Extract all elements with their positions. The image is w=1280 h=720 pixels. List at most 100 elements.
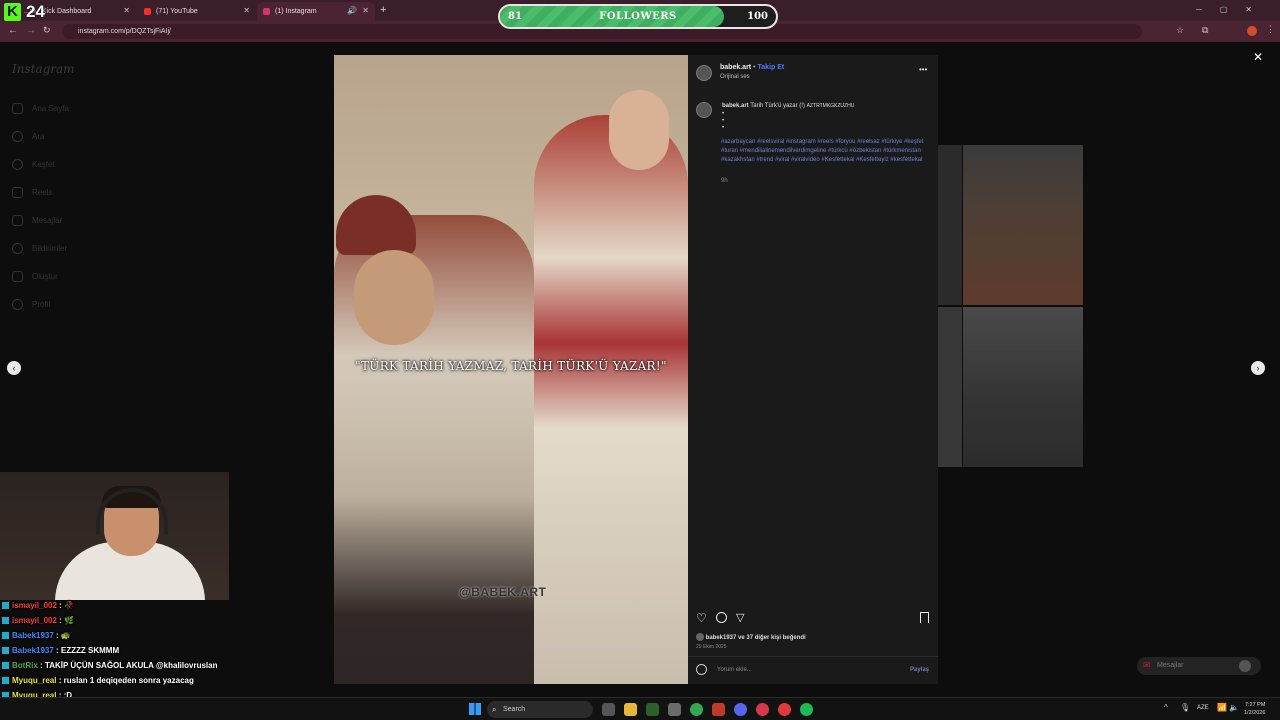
reload-icon[interactable]: ↻ [43,25,51,36]
followers-label: FOLLOWERS [599,11,677,22]
post-time: 9h [721,178,728,184]
caption-line: babek.art Tarih Türk'ü yazar (!) AZTRTMK… [722,103,854,109]
chat-username[interactable]: Myuqu_real [12,676,56,685]
chat-badge-icon [2,662,9,669]
messages-label: Mesajlar [1157,662,1184,669]
messages-button[interactable]: ✉ Mesajlar [1137,657,1261,675]
next-post-arrow[interactable]: › [1251,361,1265,375]
search-icon: ⌕ [492,705,497,714]
file-explorer-icon[interactable] [624,703,637,716]
new-tab-button[interactable]: + [380,4,386,16]
caption-avatar[interactable] [696,102,712,118]
clock[interactable]: 7:27 PM 1/2/2026 [1244,701,1265,717]
mic-icon[interactable]: 🎙 [1180,703,1190,712]
close-tab-icon[interactable]: ✕ [362,6,369,15]
speaker-icon[interactable]: 🔊 [347,6,357,15]
volume-icon[interactable]: 🔈 [1229,703,1239,712]
chat-message: Myuqu_real : ruslan 1 deqiqeden sonra ya… [2,676,194,685]
windows-start-icon[interactable] [469,703,481,715]
language-indicator[interactable]: AZE [1197,705,1209,711]
discord-icon[interactable] [734,703,747,716]
steam-icon[interactable] [778,703,791,716]
clock-time: 7:27 PM [1244,702,1266,708]
close-tab-icon[interactable]: ✕ [123,6,130,15]
chat-badge-icon [2,617,9,624]
tab-youtube[interactable]: (71) YouTube ✕ [138,2,256,21]
messages-icon: ✉ [1143,660,1151,670]
spotify-icon[interactable] [800,703,813,716]
kick-logo: K [4,3,21,21]
comment-input[interactable]: Yorum ekle... [717,667,752,673]
grid-thumbnail[interactable] [963,307,1083,467]
emoji-icon[interactable] [696,664,707,675]
chat-message: Babek1937 : EZZZZ SKMMM [2,646,119,655]
chat-text: 🌿 [61,616,75,625]
tab-instagram[interactable]: (1) Instagram 🔊 ✕ [257,2,375,21]
post-date: 29 Ekim 2025 [696,644,727,650]
video-caption: "TÜRK TARİH YAZMAZ, TARİH TÜRK'Ü YAZAR!" [355,359,667,373]
chat-message: BotRix : TAKİP ÜÇÜN SAĞOL AKULA @khalilo… [2,661,217,670]
likes-text: babek1937 ve 37 diğer kişi beğendi [696,633,806,641]
chat-username[interactable]: Babek1937 [12,646,54,655]
chat-username[interactable]: Babek1937 [12,631,54,640]
profile-avatar[interactable] [1247,26,1257,36]
close-modal-button[interactable]: ✕ [1253,50,1263,64]
post-comment-button[interactable]: Paylaş [910,667,929,673]
chat-message: ismayil_002 : 🌿 [2,616,74,625]
chat-badge-icon [2,677,9,684]
close-tab-icon[interactable]: ✕ [243,6,250,15]
close-window-icon[interactable]: ✕ [1245,5,1270,14]
save-bookmark-icon[interactable] [920,612,929,623]
chrome-icon[interactable] [690,703,703,716]
window-controls: ─▢✕ [1196,5,1270,14]
reel-video[interactable]: "TÜRK TARİH YAZMAZ, TARİH TÜRK'Ü YAZAR!"… [334,55,688,684]
post-header: babek.art • Takip Et [720,64,784,71]
share-icon[interactable]: ▽ [736,611,744,624]
wifi-icon[interactable]: 📶 [1217,703,1227,712]
chat-text: TAKİP ÜÇÜN SAĞOL AKULA @khalilovruslan [42,661,218,670]
grid-thumbnail[interactable] [963,145,1083,305]
previous-post-arrow[interactable]: ‹ [7,361,21,375]
chat-message: ismayil_002 : 🥀 [2,601,74,610]
man-face [354,250,434,345]
caption-text: Tarih Türk'ü yazar (!) [750,103,805,109]
chat-username[interactable]: ismayil_002 [12,601,57,610]
mail-icon[interactable] [712,703,725,716]
likes-avatar [696,633,704,641]
store-icon[interactable] [668,703,681,716]
chat-username[interactable]: BotRix [12,661,38,670]
maximize-icon[interactable]: ▢ [1220,5,1246,14]
likes-label[interactable]: babek1937 ve 37 diğer kişi beğendi [706,635,806,641]
caption-hashtags[interactable]: #azarbaycan #reelsviral #instagram #reel… [721,138,926,165]
author-avatar[interactable] [696,65,712,81]
more-options-icon[interactable]: ••• [919,65,927,74]
bookmark-star-icon[interactable]: ☆ [1176,25,1184,36]
chat-username[interactable]: ismayil_002 [12,616,57,625]
taskbar-search[interactable]: ⌕ Search [487,701,593,718]
tray-chevron-icon[interactable]: ^ [1164,703,1168,712]
follow-button[interactable]: Takip Et [757,64,784,71]
comment-divider [688,656,938,657]
terminal-icon[interactable] [646,703,659,716]
menu-icon[interactable]: ⋮ [1266,24,1275,35]
extensions-icon[interactable]: ⧉ [1202,25,1208,36]
like-heart-icon[interactable]: ♡ [696,611,707,625]
forward-icon[interactable]: → [26,25,36,36]
chat-message: Babek1937 : 🐢 [2,631,71,640]
author-username[interactable]: babek.art [720,64,751,71]
video-watermark: @BABEK.ART [459,585,547,599]
caption-tag: AZTRTMKGKZUZHU [806,103,855,109]
task-view-icon[interactable] [602,703,615,716]
chat-badge-icon [2,602,9,609]
audio-label[interactable]: Orijinal ses [720,74,750,80]
caption-username[interactable]: babek.art [722,103,749,109]
grid-thumbnail[interactable] [938,307,962,467]
opera-icon[interactable] [756,703,769,716]
man-hat [336,195,416,255]
followers-goal: 100 [747,11,768,22]
minimize-icon[interactable]: ─ [1196,5,1220,14]
grid-thumbnail[interactable] [938,145,962,305]
back-icon[interactable]: ← [8,25,18,36]
youtube-favicon-icon [144,8,151,15]
comment-icon[interactable] [716,612,727,623]
